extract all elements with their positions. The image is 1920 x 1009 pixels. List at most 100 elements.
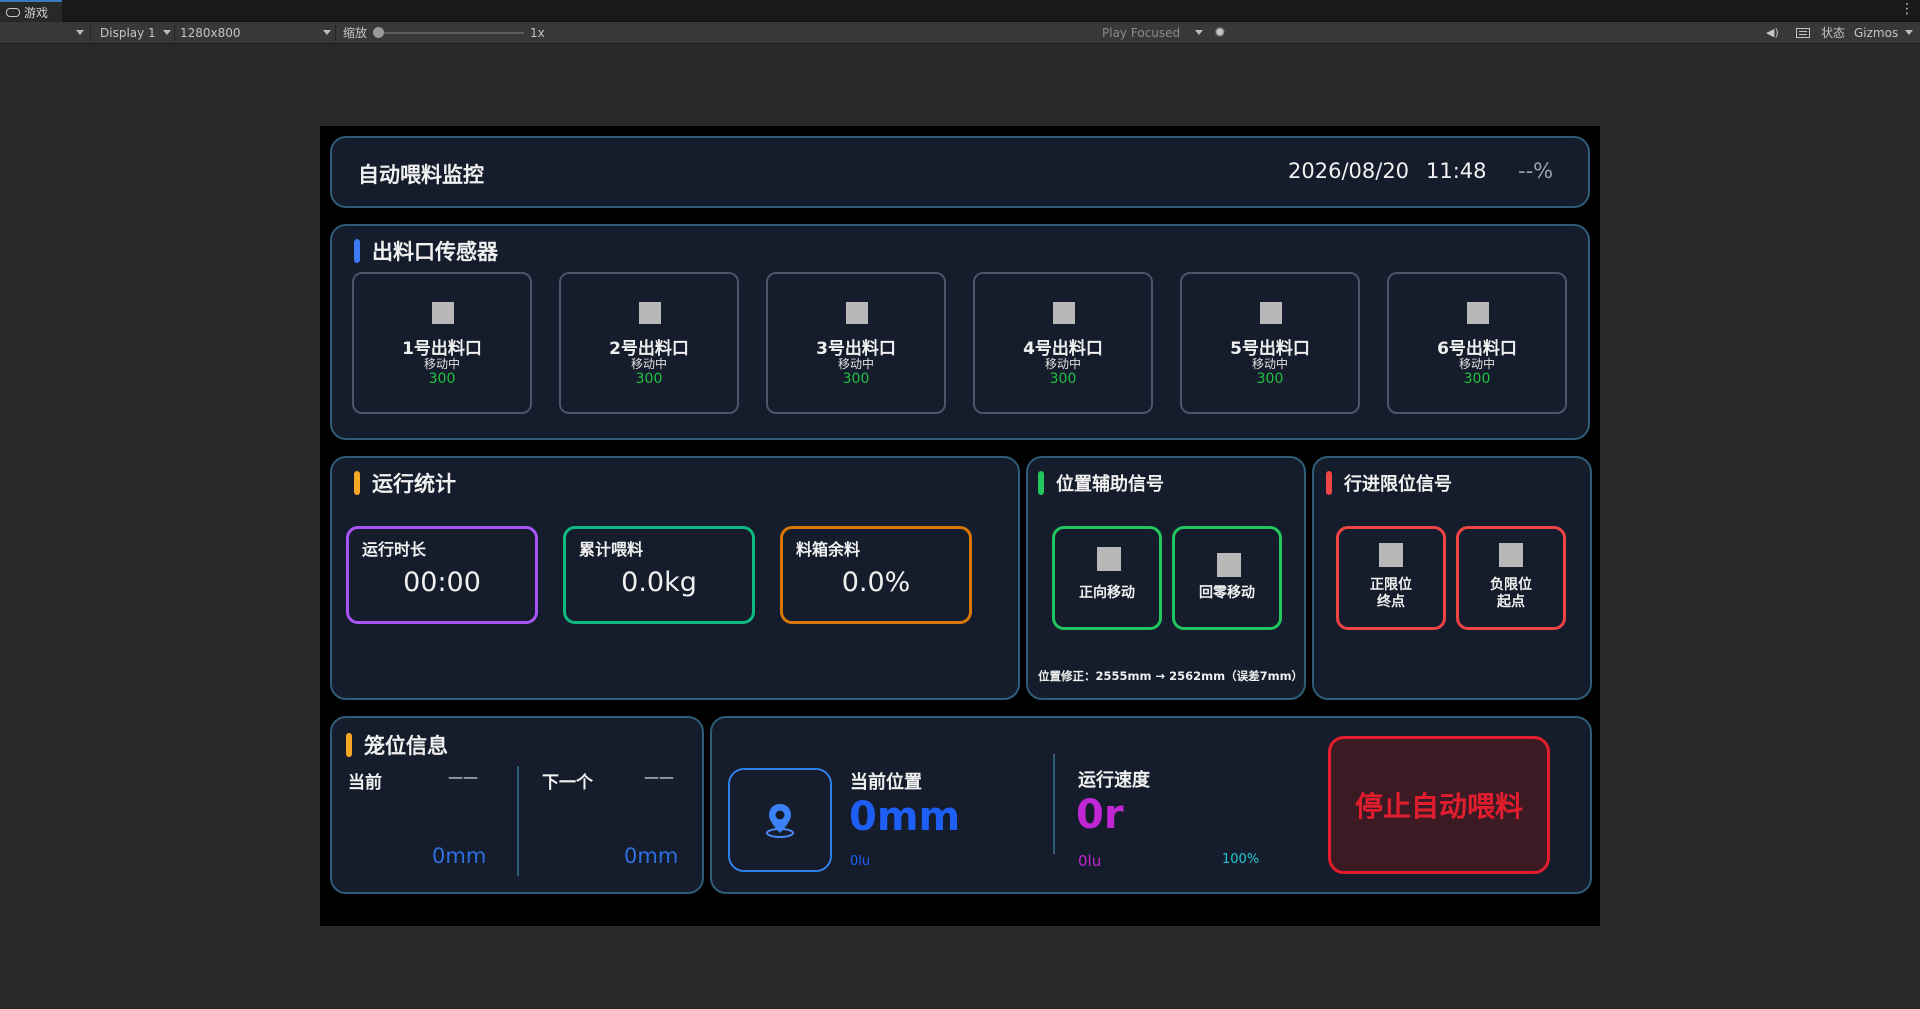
negative-limit-signal[interactable]: 负限位 起点	[1456, 526, 1566, 630]
resolution-dropdown[interactable]: 1280x800	[180, 22, 320, 43]
game-tab[interactable]: 游戏	[0, 0, 62, 22]
display-dropdown[interactable]: Display 1	[100, 22, 160, 43]
location-pin-icon	[728, 768, 832, 872]
header-date: 2026/08/20	[1288, 159, 1410, 183]
sensor-card-5[interactable]: 5号出料口 移动中 300	[1180, 272, 1360, 414]
stat-value: 0.0%	[841, 567, 911, 598]
accent-bar	[354, 239, 360, 263]
positive-limit-signal[interactable]: 正限位 终点	[1336, 526, 1446, 630]
stats-panel: 运行统计 运行时长 00:00 累计喂料 0.0kg 料箱余料 0.0%	[330, 456, 1020, 700]
signal-indicator	[1217, 553, 1241, 577]
current-cage-mm: 0mm	[432, 844, 487, 868]
sensor-indicator	[432, 302, 454, 324]
sensor-status: 移动中	[423, 357, 460, 371]
stat-value: 0.0kg	[621, 567, 697, 598]
gizmos-caret[interactable]	[1905, 22, 1913, 43]
status-button[interactable]: 状态	[1821, 22, 1845, 43]
sensors-title: 出料口传感器	[354, 236, 498, 266]
cage-info-title: 笼位信息	[346, 730, 448, 760]
divider	[335, 25, 336, 41]
accent-bar	[354, 471, 360, 495]
signal-label-line1: 负限位	[1490, 577, 1532, 593]
current-cage-value: ——	[448, 768, 478, 786]
sensor-card-3[interactable]: 3号出料口 移动中 300	[766, 272, 946, 414]
sensor-status: 移动中	[1251, 357, 1288, 371]
gizmos-button[interactable]: Gizmos	[1854, 22, 1898, 43]
page-title: 自动喂料监控	[358, 163, 484, 187]
chevron-down-icon	[163, 30, 171, 35]
position-signals-title: 位置辅助信号	[1038, 470, 1164, 496]
current-position-value: 0mm	[849, 794, 961, 840]
sensor-value: 300	[635, 371, 663, 387]
stat-card-bin-remaining: 料箱余料 0.0%	[780, 526, 972, 624]
editor-tabbar: 游戏 ⋮	[0, 0, 1920, 22]
sensor-indicator	[1053, 302, 1075, 324]
limit-signals-title: 行进限位信号	[1326, 470, 1452, 496]
view-dropdown[interactable]	[76, 22, 84, 43]
speed-percent: 100%	[1222, 852, 1260, 867]
scale-slider-handle[interactable]	[373, 27, 384, 38]
position-signals-title-text: 位置辅助信号	[1056, 474, 1164, 495]
speed-value: 0r	[1076, 792, 1124, 838]
divider	[90, 25, 91, 41]
stat-label: 运行时长	[362, 540, 427, 559]
stats-title-text: 运行统计	[372, 472, 456, 496]
display-label: Display 1	[100, 25, 156, 40]
stat-label: 累计喂料	[579, 540, 644, 559]
play-mode-dropdown[interactable]: Play Focused	[1102, 22, 1180, 43]
motion-panel: 当前位置 0mm 0lu 运行速度 0r 0lu 100% 停止自动喂料	[710, 716, 1592, 894]
header-panel: 自动喂料监控 2026/08/20 11:48 --%	[330, 136, 1590, 208]
current-position-label: 当前位置	[850, 772, 922, 793]
sensor-value: 300	[428, 371, 456, 387]
play-mode-caret[interactable]	[1195, 22, 1203, 43]
sensor-card-2[interactable]: 2号出料口 移动中 300	[559, 272, 739, 414]
sensor-status: 移动中	[630, 357, 667, 371]
signal-label: 正向移动	[1079, 585, 1135, 601]
speed-sub: 0lu	[1078, 852, 1102, 870]
signal-label: 回零移动	[1199, 585, 1255, 601]
scale-value: 1x	[530, 25, 545, 40]
sensor-card-4[interactable]: 4号出料口 移动中 300	[973, 272, 1153, 414]
home-move-signal[interactable]: 回零移动	[1172, 526, 1282, 630]
sensor-indicator	[1260, 302, 1282, 324]
game-view-toolbar: Display 1 1280x800 缩放 1x Play Focused ✹ …	[0, 22, 1920, 44]
display-caret[interactable]	[163, 22, 171, 43]
divider	[517, 766, 519, 876]
stat-value: 00:00	[403, 567, 481, 598]
kebab-menu-icon[interactable]: ⋮	[1900, 2, 1914, 16]
sensor-status: 移动中	[837, 357, 874, 371]
accent-bar	[1326, 471, 1332, 495]
sensor-value: 300	[1256, 371, 1284, 387]
keyboard-icon[interactable]	[1796, 22, 1810, 43]
speaker-icon[interactable]: ◀)	[1766, 22, 1779, 43]
signal-label-line2: 起点	[1497, 594, 1525, 610]
bug-icon[interactable]: ✹	[1214, 22, 1226, 43]
stop-auto-feed-button[interactable]: 停止自动喂料	[1328, 736, 1550, 874]
sensor-status: 移动中	[1458, 357, 1495, 371]
sensors-title-text: 出料口传感器	[372, 240, 498, 264]
chevron-down-icon	[1905, 30, 1913, 35]
sensor-indicator	[639, 302, 661, 324]
sensor-indicator	[846, 302, 868, 324]
position-signals-panel: 位置辅助信号 正向移动 回零移动 位置修正：2555mm → 2562mm（误差…	[1026, 456, 1306, 700]
sensor-value: 300	[1049, 371, 1077, 387]
scale-label: 缩放	[343, 26, 368, 40]
forward-move-signal[interactable]: 正向移动	[1052, 526, 1162, 630]
header-time: 11:48	[1426, 159, 1487, 183]
chevron-down-icon	[323, 30, 331, 35]
next-cage-value: ——	[644, 768, 674, 786]
divider	[1053, 754, 1055, 854]
signal-label-line2: 终点	[1377, 594, 1405, 610]
stat-label: 料箱余料	[796, 540, 861, 559]
signal-indicator	[1379, 543, 1403, 567]
sensor-card-1[interactable]: 1号出料口 移动中 300	[352, 272, 532, 414]
signal-indicator	[1499, 543, 1523, 567]
next-cage-mm: 0mm	[624, 844, 679, 868]
signal-label-line1: 正限位	[1370, 577, 1412, 593]
sensor-card-6[interactable]: 6号出料口 移动中 300	[1387, 272, 1567, 414]
cage-info-panel: 笼位信息 当前 —— 0mm 下一个 —— 0mm	[330, 716, 704, 894]
resolution-caret[interactable]	[323, 22, 331, 43]
stats-title: 运行统计	[354, 468, 456, 498]
position-correction-text: 位置修正：2555mm → 2562mm（误差7mm）	[1038, 669, 1304, 683]
scale-slider-track[interactable]	[378, 32, 524, 34]
